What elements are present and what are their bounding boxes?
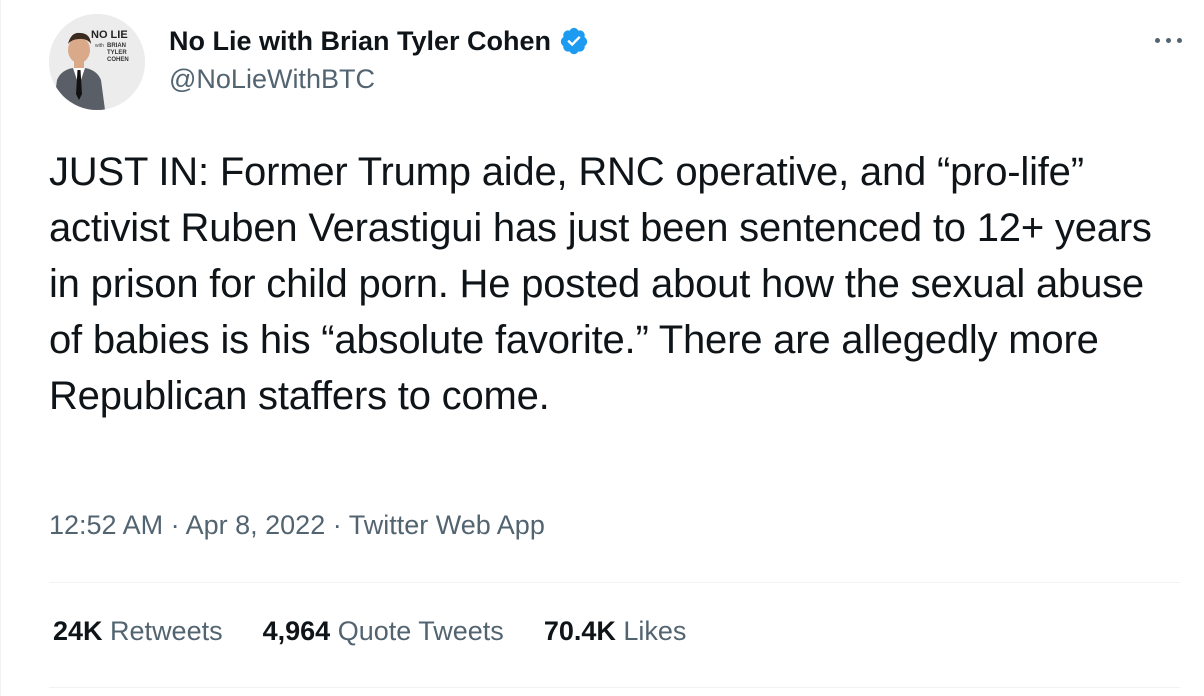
svg-text:BRIAN: BRIAN [107, 43, 126, 49]
meta-separator: · [170, 510, 180, 540]
retweets-count: 24K [53, 616, 103, 646]
tweet-detail: NO LIE with BRIAN TYLER COHEN No Lie wit… [0, 0, 1204, 696]
meta-separator: · [332, 510, 342, 540]
more-options-button[interactable] [1146, 22, 1190, 58]
quote-tweets-count: 4,964 [262, 616, 331, 646]
tweet-metadata: 12:52 AM · Apr 8, 2022 · Twitter Web App [49, 510, 545, 541]
more-options-icon-dot [1176, 37, 1182, 43]
tweet-timestamp-date[interactable]: Apr 8, 2022 [186, 510, 326, 540]
quote-tweets-stat-link[interactable]: 4,964 Quote Tweets [263, 616, 504, 647]
svg-text:NO LIE: NO LIE [91, 29, 128, 41]
more-options-icon [1154, 37, 1160, 43]
author-avatar[interactable]: NO LIE with BRIAN TYLER COHEN [49, 14, 145, 110]
author-name-row: No Lie with Brian Tyler Cohen [169, 22, 589, 60]
tweet-source-link[interactable]: Twitter Web App [349, 510, 545, 540]
tweet-timestamp-time[interactable]: 12:52 AM [49, 510, 163, 540]
likes-count: 70.4K [543, 616, 616, 646]
svg-text:COHEN: COHEN [107, 57, 129, 63]
verified-badge-icon [560, 27, 588, 55]
tweet-text: JUST IN: Former Trump aide, RNC operativ… [49, 150, 1152, 418]
author-handle[interactable]: @NoLieWithBTC [169, 64, 375, 95]
divider [49, 582, 1180, 583]
retweets-label: Retweets [110, 616, 223, 646]
retweets-stat-link[interactable]: 24K Retweets [53, 616, 223, 647]
likes-stat-link[interactable]: 70.4K Likes [544, 616, 687, 647]
more-options-icon-dot [1165, 37, 1171, 43]
author-display-name[interactable]: No Lie with Brian Tyler Cohen [169, 26, 551, 57]
quote-tweets-label: Quote Tweets [337, 616, 504, 646]
likes-label: Likes [623, 616, 687, 646]
divider [49, 687, 1180, 688]
svg-text:with: with [95, 43, 104, 49]
svg-text:TYLER: TYLER [107, 50, 127, 56]
avatar-image: NO LIE with BRIAN TYLER COHEN [49, 14, 145, 110]
engagement-stats: 24K Retweets 4,964 Quote Tweets 70.4K Li… [53, 616, 686, 647]
